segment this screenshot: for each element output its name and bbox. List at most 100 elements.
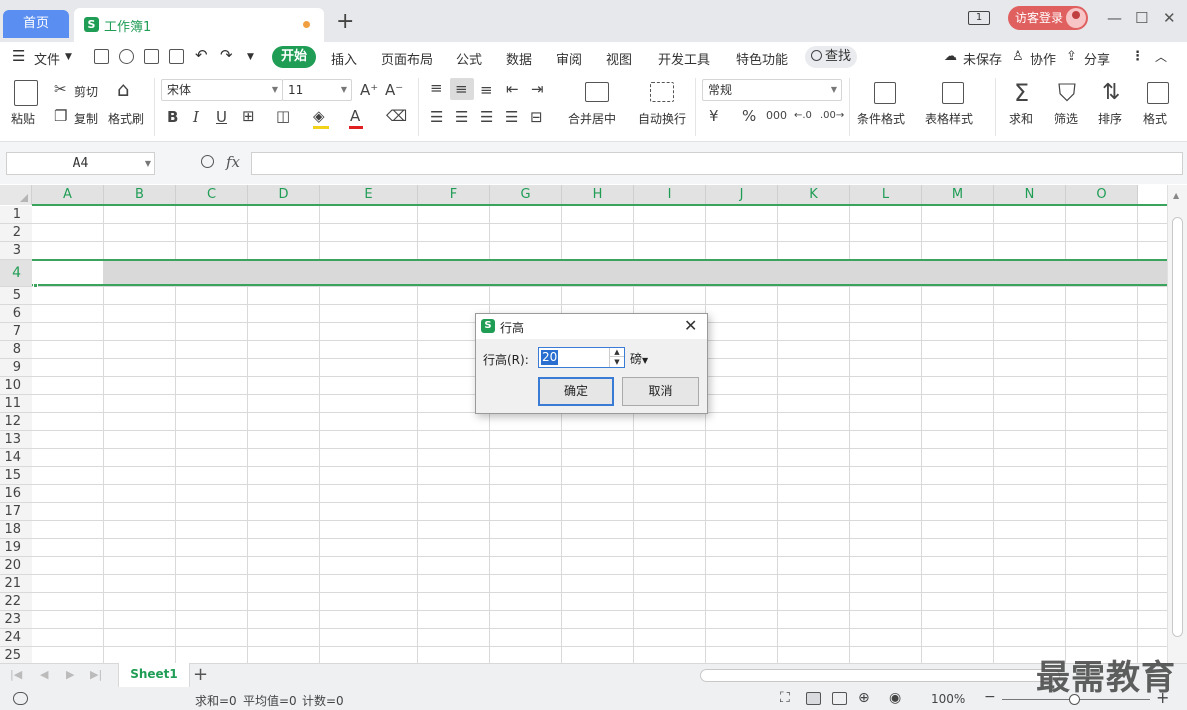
export-icon[interactable] bbox=[119, 49, 134, 64]
row-header[interactable]: 4 bbox=[0, 260, 32, 287]
increase-font-icon[interactable]: A⁺ bbox=[360, 82, 378, 98]
menu-page-layout[interactable]: 页面布局 bbox=[381, 49, 433, 68]
column-header[interactable]: J bbox=[706, 185, 778, 205]
column-header[interactable]: E bbox=[320, 185, 418, 205]
stepper-up-icon[interactable]: ▲ bbox=[610, 348, 624, 357]
row-header[interactable]: 14 bbox=[0, 449, 32, 467]
sum-icon[interactable]: Σ bbox=[1014, 80, 1029, 106]
number-format-select[interactable]: 常规 ▼ bbox=[702, 79, 842, 101]
cancel-button[interactable]: 取消 bbox=[622, 377, 699, 406]
eye-protection-icon[interactable]: ◉ bbox=[889, 690, 901, 706]
ok-button[interactable]: 确定 bbox=[538, 377, 614, 406]
row-header[interactable]: 1 bbox=[0, 206, 32, 224]
row-header[interactable]: 11 bbox=[0, 395, 32, 413]
scroll-up-icon[interactable]: ▲ bbox=[1173, 191, 1179, 200]
row-header[interactable]: 3 bbox=[0, 242, 32, 260]
row-header[interactable]: 24 bbox=[0, 629, 32, 647]
table-style-button[interactable]: 表格样式 bbox=[925, 110, 973, 127]
print-preview-icon[interactable] bbox=[169, 49, 184, 64]
column-header[interactable]: N bbox=[994, 185, 1066, 205]
merge-center-icon[interactable] bbox=[585, 82, 609, 102]
page-break-view-icon[interactable]: ⊕ bbox=[858, 690, 870, 706]
save-icon[interactable] bbox=[94, 49, 109, 64]
collapse-ribbon-icon[interactable]: ︿ bbox=[1155, 48, 1167, 65]
column-header[interactable]: A bbox=[32, 185, 104, 205]
fill-handle[interactable] bbox=[33, 283, 38, 288]
filter-icon[interactable]: ⛉ bbox=[1058, 80, 1076, 106]
sheet-tab-sheet1[interactable]: Sheet1 bbox=[118, 663, 190, 687]
print-icon[interactable] bbox=[144, 49, 159, 64]
row-header[interactable]: 16 bbox=[0, 485, 32, 503]
menu-review[interactable]: 审阅 bbox=[556, 49, 582, 68]
add-sheet-button[interactable]: + bbox=[193, 664, 208, 686]
row-header[interactable]: 12 bbox=[0, 413, 32, 431]
wrap-text-icon[interactable] bbox=[650, 82, 674, 102]
copy-button[interactable]: 复制 bbox=[74, 110, 98, 127]
column-header[interactable]: M bbox=[922, 185, 994, 205]
row-header[interactable]: 15 bbox=[0, 467, 32, 485]
border-icon[interactable]: ⊞ bbox=[242, 108, 255, 124]
row-header[interactable]: 7 bbox=[0, 323, 32, 341]
decrease-indent-icon[interactable]: ⇤ bbox=[506, 81, 519, 97]
tab-home[interactable]: 首页 bbox=[3, 10, 69, 38]
decrease-decimal-icon[interactable]: .00→ bbox=[820, 108, 844, 124]
row-header[interactable]: 17 bbox=[0, 503, 32, 521]
zoom-level[interactable]: 100% bbox=[931, 692, 965, 706]
normal-view-icon[interactable] bbox=[806, 692, 821, 705]
close-window-button[interactable]: ✕ bbox=[1163, 10, 1176, 26]
row-header[interactable]: 18 bbox=[0, 521, 32, 539]
row-height-input[interactable]: 20 ▲ ▼ bbox=[538, 347, 625, 368]
menu-insert[interactable]: 插入 bbox=[331, 49, 357, 68]
row-header[interactable]: 23 bbox=[0, 611, 32, 629]
formula-zoom-icon[interactable] bbox=[201, 155, 214, 168]
macro-record-icon[interactable] bbox=[13, 692, 28, 705]
unit-select[interactable]: 磅▼ bbox=[630, 350, 648, 367]
increase-decimal-icon[interactable]: ←.0 bbox=[794, 108, 812, 124]
column-header[interactable]: G bbox=[490, 185, 562, 205]
collaborate-button[interactable]: 协作 bbox=[1030, 49, 1056, 68]
underline-button[interactable]: U bbox=[216, 109, 227, 125]
eraser-icon[interactable]: ⌫ bbox=[386, 108, 407, 124]
format-painter-icon[interactable]: ⌂ bbox=[117, 79, 130, 99]
formula-input[interactable] bbox=[251, 152, 1183, 175]
cut-button[interactable]: 剪切 bbox=[74, 83, 98, 100]
fill-color-icon[interactable]: ◈ bbox=[313, 108, 325, 124]
column-header[interactable]: F bbox=[418, 185, 490, 205]
increase-indent-icon[interactable]: ⇥ bbox=[531, 81, 544, 97]
minimize-button[interactable]: — bbox=[1107, 10, 1122, 26]
sum-button[interactable]: 求和 bbox=[1009, 110, 1033, 127]
align-top-icon[interactable]: ≡ bbox=[430, 80, 443, 96]
maximize-button[interactable]: ☐ bbox=[1135, 10, 1148, 26]
row-header[interactable]: 2 bbox=[0, 224, 32, 242]
font-color-icon[interactable]: A bbox=[350, 108, 360, 124]
zoom-out-button[interactable]: − bbox=[984, 689, 996, 705]
currency-button[interactable]: ¥ bbox=[709, 108, 719, 124]
spreadsheet-grid[interactable]: A B C D E F G H I J K L M N O 1 2 3 4 5 6 7 8 9 10 11 12 13 14 15 16 17… bbox=[0, 185, 1187, 663]
column-header[interactable]: O bbox=[1066, 185, 1138, 205]
italic-button[interactable]: I bbox=[193, 109, 199, 125]
menu-start[interactable]: 开始 bbox=[272, 46, 316, 68]
next-sheet-icon[interactable]: ▶ bbox=[66, 668, 74, 681]
menu-file[interactable]: 文件 bbox=[34, 49, 60, 68]
menu-special[interactable]: 特色功能 bbox=[736, 49, 788, 68]
column-header[interactable]: C bbox=[176, 185, 248, 205]
row-header[interactable]: 25 bbox=[0, 647, 32, 663]
chevron-down-icon[interactable]: ▼ bbox=[65, 52, 72, 62]
clear-format-icon[interactable]: ◫ bbox=[276, 108, 290, 124]
undo-icon[interactable]: ↶ bbox=[195, 46, 208, 64]
window-switch-icon[interactable]: 1 bbox=[968, 11, 990, 25]
percent-button[interactable]: % bbox=[742, 108, 756, 124]
dialog-close-button[interactable]: ✕ bbox=[684, 316, 697, 336]
cut-icon[interactable]: ✂ bbox=[54, 81, 67, 97]
quick-access-dropdown-icon[interactable]: ▼ bbox=[247, 52, 254, 62]
active-cell[interactable] bbox=[32, 261, 103, 284]
align-left-icon[interactable]: ☰ bbox=[430, 109, 443, 125]
vertical-scroll-thumb[interactable] bbox=[1172, 217, 1183, 637]
align-center-icon[interactable]: ☰ bbox=[455, 109, 468, 125]
merge-center-button[interactable]: 合并居中 bbox=[568, 110, 616, 127]
sort-button[interactable]: 排序 bbox=[1098, 110, 1122, 127]
page-layout-view-icon[interactable] bbox=[832, 692, 847, 705]
sort-icon[interactable]: ⇅ bbox=[1102, 80, 1120, 106]
align-right-icon[interactable]: ☰ bbox=[480, 109, 493, 125]
horizontal-scrollbar[interactable] bbox=[700, 669, 1060, 682]
